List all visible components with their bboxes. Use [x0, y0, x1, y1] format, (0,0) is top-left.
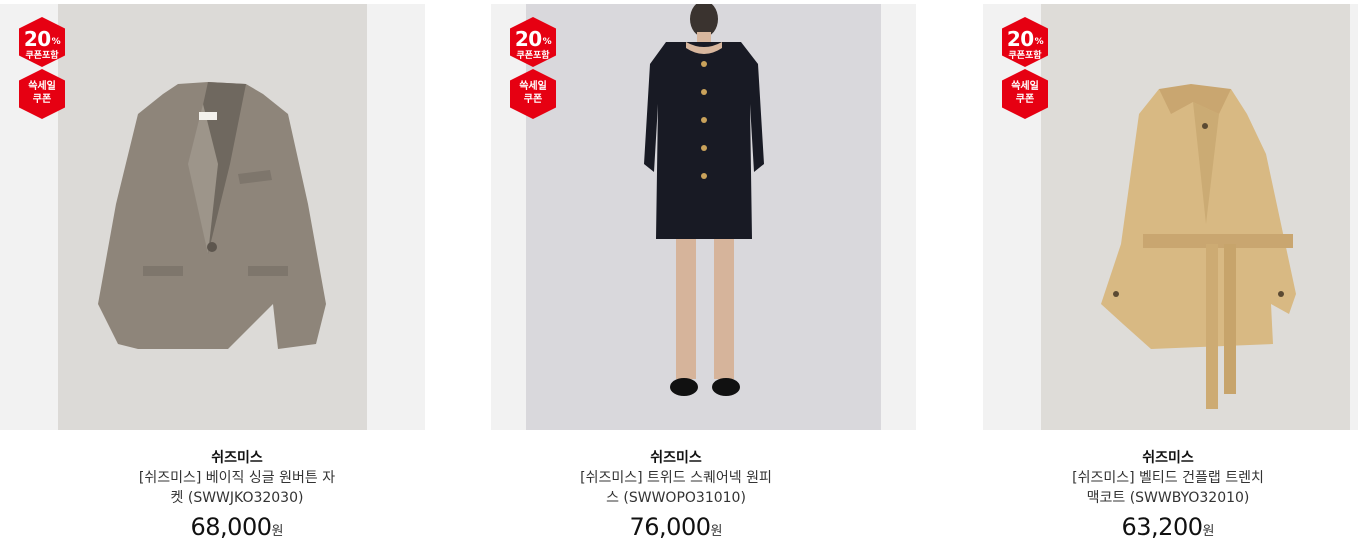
product-card[interactable]: 20% 쿠폰포함 쓱세일 쿠폰 쉬즈미스 [쉬즈미스] 베이직 싱글 원버튼 자…: [0, 4, 425, 558]
product-image-link[interactable]: 20% 쿠폰포함 쓱세일 쿠폰: [491, 4, 916, 430]
price-value: 68,000: [190, 513, 272, 541]
discount-badge: 20% 쿠폰포함: [510, 17, 556, 67]
promo-badges: 20% 쿠폰포함 쓱세일 쿠폰: [1000, 17, 1054, 119]
price-value: 63,200: [1121, 513, 1203, 541]
product-photo: [526, 4, 881, 430]
product-image-link[interactable]: 20% 쿠폰포함 쓱세일 쿠폰: [983, 4, 1358, 430]
coupon-badge: 쓱세일 쿠폰: [19, 69, 65, 119]
coupon-badge: 쓱세일 쿠폰: [1002, 69, 1048, 119]
product-price: 68,000원: [52, 512, 422, 547]
product-brand: 쉬즈미스: [1142, 450, 1194, 466]
price-value: 76,000: [629, 513, 711, 541]
price-currency: 원: [710, 524, 723, 539]
product-name[interactable]: [쉬즈미스] 벨티드 건플랩 트렌치 맥코트 (SWWBYO32010): [1068, 468, 1268, 508]
product-photo: [1041, 4, 1350, 430]
coupon-badge: 쓱세일 쿠폰: [510, 69, 556, 119]
product-price: 76,000원: [491, 512, 861, 547]
product-name[interactable]: [쉬즈미스] 베이직 싱글 원버튼 자켓 (SWWJKO32030): [137, 468, 337, 508]
discount-badge: 20% 쿠폰포함: [1002, 17, 1048, 67]
price-currency: 원: [1202, 524, 1215, 539]
product-card[interactable]: 20% 쿠폰포함 쓱세일 쿠폰 쉬즈미스 [쉬즈미스] 트위드 스퀘어넥 원피스…: [491, 4, 916, 558]
product-info: 쉬즈미스 [쉬즈미스] 베이직 싱글 원버튼 자켓 (SWWJKO32030) …: [52, 448, 422, 547]
product-image-link[interactable]: 20% 쿠폰포함 쓱세일 쿠폰: [0, 4, 425, 430]
product-info: 쉬즈미스 [쉬즈미스] 벨티드 건플랩 트렌치 맥코트 (SWWBYO32010…: [983, 448, 1353, 547]
product-brand: 쉬즈미스: [211, 450, 263, 466]
product-price: 63,200원: [983, 512, 1353, 547]
product-name[interactable]: [쉬즈미스] 트위드 스퀘어넥 원피스 (SWWOPO31010): [576, 468, 776, 508]
product-photo: [58, 4, 367, 430]
product-info: 쉬즈미스 [쉬즈미스] 트위드 스퀘어넥 원피스 (SWWOPO31010) 7…: [491, 448, 861, 547]
price-currency: 원: [271, 524, 284, 539]
product-card[interactable]: 20% 쿠폰포함 쓱세일 쿠폰 쉬즈미스 [쉬즈미스] 벨티드 건플랩 트렌치 …: [983, 4, 1358, 558]
discount-badge: 20% 쿠폰포함: [19, 17, 65, 67]
product-grid: 20% 쿠폰포함 쓱세일 쿠폰 쉬즈미스 [쉬즈미스] 베이직 싱글 원버튼 자…: [0, 0, 1358, 558]
product-brand: 쉬즈미스: [650, 450, 702, 466]
promo-badges: 20% 쿠폰포함 쓱세일 쿠폰: [17, 17, 71, 119]
promo-badges: 20% 쿠폰포함 쓱세일 쿠폰: [508, 17, 562, 119]
